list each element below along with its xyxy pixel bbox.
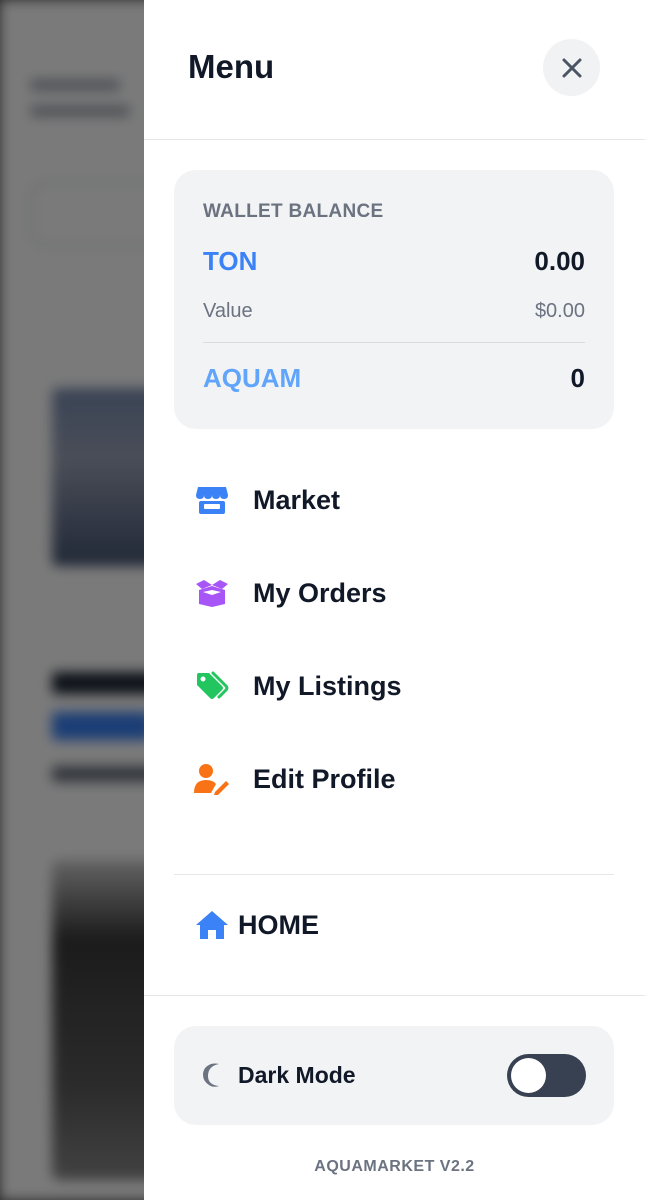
wallet-balance-heading: WALLET BALANCE	[203, 201, 384, 222]
menu-item-my-orders[interactable]: My Orders	[174, 558, 614, 628]
aquam-balance: 0	[570, 363, 585, 393]
dark-mode-setting: Dark Mode	[174, 1026, 614, 1125]
toggle-knob	[511, 1058, 546, 1093]
ton-balance: 0.00	[534, 246, 585, 276]
home-label: HOME	[238, 909, 319, 940]
menu-item-label: Market	[253, 484, 341, 515]
tags-icon	[192, 666, 232, 706]
home-link[interactable]: HOME	[174, 890, 474, 960]
footer-divider	[144, 995, 645, 996]
menu-item-edit-profile[interactable]: Edit Profile	[174, 744, 614, 814]
moon-icon	[202, 1062, 228, 1088]
dark-mode-toggle[interactable]	[507, 1054, 586, 1097]
wallet-balance-card: WALLET BALANCE TON 0.00 Value $0.00 AQUA…	[174, 170, 614, 429]
menu-item-market[interactable]: Market	[174, 465, 614, 535]
aquam-label: AQUAM	[203, 363, 302, 393]
dark-mode-label: Dark Mode	[238, 1062, 356, 1088]
close-button[interactable]	[543, 39, 600, 96]
close-icon	[562, 58, 581, 77]
menu-item-label: Edit Profile	[253, 763, 396, 794]
wallet-divider	[203, 342, 585, 343]
menu-divider	[174, 874, 614, 875]
menu-item-label: My Orders	[253, 577, 387, 608]
box-open-icon	[192, 573, 232, 613]
ton-label: TON	[203, 246, 258, 276]
menu-item-label: My Listings	[253, 670, 402, 701]
menu-item-my-listings[interactable]: My Listings	[174, 651, 614, 721]
store-icon	[192, 480, 232, 520]
app-version: AQUAMARKET V2.2	[314, 1158, 475, 1175]
drawer-header: Menu	[144, 0, 645, 140]
value-label: Value	[203, 300, 253, 322]
side-drawer: Menu WALLET BALANCE TON 0.00 Value $0.00…	[144, 0, 645, 1200]
home-icon	[194, 907, 230, 943]
value-amount: $0.00	[534, 300, 585, 322]
drawer-title: Menu	[188, 48, 275, 85]
user-edit-icon	[192, 759, 232, 799]
